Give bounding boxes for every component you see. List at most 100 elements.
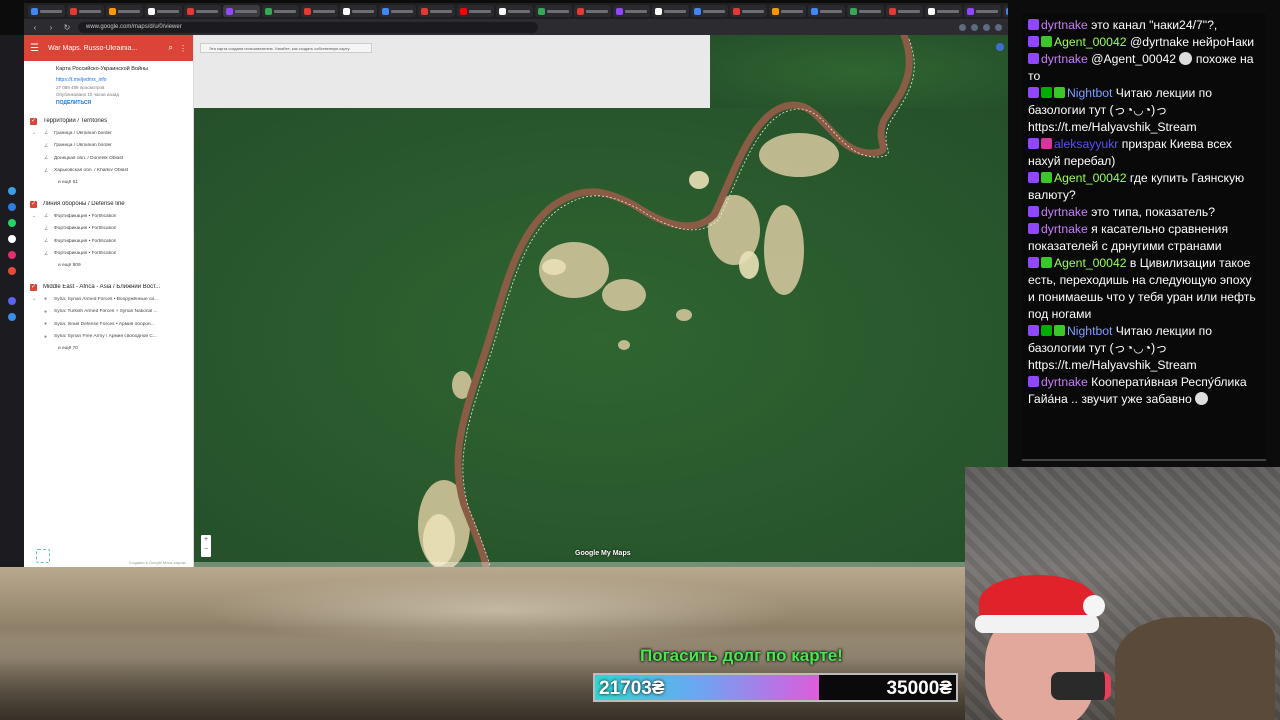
layer-item[interactable]: ⌄ ∠ Фортификация • Fortification — [30, 210, 187, 223]
browser-tab[interactable] — [652, 5, 689, 17]
browser-tab[interactable] — [262, 5, 299, 17]
tab-title-placeholder — [664, 9, 686, 13]
discord-icon[interactable] — [8, 297, 16, 305]
zoom-out-button[interactable]: − — [201, 545, 211, 555]
satellite-map[interactable]: Эта карта создана пользователем. Узнайте… — [194, 35, 1008, 567]
browser-tab[interactable] — [847, 5, 884, 17]
browser-tab[interactable] — [574, 5, 611, 17]
search-icon[interactable]: ⌕ — [169, 43, 173, 53]
layer-checkbox[interactable]: ✓ — [30, 200, 37, 208]
chat-username[interactable]: Agent_00042 — [1054, 35, 1127, 49]
chat-username[interactable]: dyrtnake — [1041, 222, 1088, 236]
tab-favicon-icon — [733, 7, 740, 15]
sidebar-app-icon[interactable] — [8, 267, 16, 275]
chat-username[interactable]: Agent_00042 — [1054, 171, 1127, 185]
layer-item[interactable]: ● Syria: Syrian Free Army / Армия свободн… — [30, 331, 187, 344]
chevron-down-icon[interactable]: ⌄ — [32, 213, 40, 219]
layer-checkbox[interactable]: ✓ — [30, 117, 37, 125]
chat-username[interactable]: dyrtnake — [1041, 205, 1088, 219]
browser-tab[interactable] — [145, 5, 182, 17]
locate-icon[interactable] — [996, 43, 1004, 51]
map-link[interactable]: https://t.me/jednrs_info — [56, 77, 187, 83]
chat-username[interactable]: Nightbot — [1067, 324, 1112, 338]
sub-badge-icon — [1041, 257, 1052, 268]
tab-favicon-icon — [343, 7, 350, 15]
layer-item[interactable]: ∠ Фортификация • Fortification — [30, 248, 187, 261]
layer-more-link[interactable]: и ещё 70 — [30, 343, 187, 355]
layer-item[interactable]: ∠ Граница / Ukrainian border — [30, 140, 187, 153]
browser-tab[interactable] — [301, 5, 338, 17]
tab-favicon-icon — [499, 7, 506, 15]
whatsapp-icon[interactable] — [8, 219, 16, 227]
layer-checkbox[interactable]: ✓ — [30, 283, 37, 291]
instagram-icon[interactable] — [8, 251, 16, 259]
sidebar-app-icon[interactable] — [8, 203, 16, 211]
user-map-notice[interactable]: Эта карта создана пользователем. Узнайте… — [200, 43, 372, 53]
line-style-icon: ∠ — [44, 155, 49, 162]
forward-icon[interactable]: › — [46, 23, 56, 32]
url-bar[interactable]: www.google.com/maps/d/u/0/viewer — [78, 21, 538, 33]
chat-username[interactable]: dyrtnake — [1041, 52, 1088, 66]
share-button[interactable]: ПОДЕЛИТЬСЯ — [56, 100, 187, 106]
browser-tab[interactable] — [418, 5, 455, 17]
browser-tab[interactable] — [730, 5, 767, 17]
layer-item[interactable]: ∠ Фортификация • Fortification — [30, 235, 187, 248]
reload-icon[interactable]: ↻ — [62, 23, 72, 32]
browser-tab[interactable] — [1003, 5, 1008, 17]
browser-tab[interactable] — [691, 5, 728, 17]
layer-item[interactable]: ∠ Фортификация • Fortification — [30, 223, 187, 236]
more-icon[interactable]: ⋮ — [179, 44, 187, 53]
zoom-in-button[interactable]: + — [201, 535, 211, 545]
chevron-down-icon[interactable]: ⌄ — [32, 296, 40, 302]
map-legend-panel: ☰ War Maps. Russo-Ukrainia... ⌕ ⋮ Карта … — [24, 35, 194, 567]
chat-username[interactable]: dyrtnake — [1041, 375, 1088, 389]
chat-username[interactable]: Agent_00042 — [1054, 256, 1127, 270]
chevron-down-icon[interactable]: ⌄ — [32, 130, 40, 136]
browser-tab[interactable] — [340, 5, 377, 17]
back-icon[interactable]: ‹ — [30, 23, 40, 32]
layer-item[interactable]: ∠ Харьковская обл. / Kharkiv Oblast — [30, 165, 187, 178]
layer-item[interactable]: ⌄ ∠ Граница / Ukrainian border — [30, 127, 187, 140]
sidebar-app-icon[interactable] — [8, 313, 16, 321]
layer-more-link[interactable]: и ещё 809 — [30, 260, 187, 272]
layer-more-link[interactable]: и ещё 51 — [30, 177, 187, 189]
layer-header[interactable]: ✓ Middle East - Africa - Asia / Ближний В… — [30, 281, 187, 293]
chat-username[interactable]: dyrtnake — [1041, 18, 1088, 32]
extension-icon[interactable] — [983, 23, 990, 31]
profile-icon[interactable] — [995, 23, 1002, 31]
browser-tab[interactable] — [106, 5, 143, 17]
browser-tab[interactable] — [886, 5, 923, 17]
layer-header[interactable]: ✓ Линия обороны / Defense line — [30, 198, 187, 210]
browser-tab[interactable] — [535, 5, 572, 17]
marker-icon: ● — [44, 296, 48, 303]
browser-tab[interactable] — [769, 5, 806, 17]
extension-icon[interactable] — [959, 23, 966, 31]
chat-username[interactable]: aleksayyukr — [1054, 137, 1118, 151]
extension-icon[interactable] — [971, 23, 978, 31]
layer-item[interactable]: ∠ Донецкая обл. / Donetsk Oblast — [30, 152, 187, 165]
x-icon[interactable] — [8, 235, 16, 243]
browser-tab[interactable] — [613, 5, 650, 17]
layer-item[interactable]: ⌄ ● Syria: Syrian Armed Forces • Вооружённ… — [30, 293, 187, 306]
browser-tab[interactable] — [925, 5, 962, 17]
donation-progress-bar: 21703₴ 35000₴ — [593, 673, 958, 702]
tab-favicon-icon — [850, 7, 857, 15]
layer-item[interactable]: ● Syria: Turkish Armed Forces + Syrian Na… — [30, 306, 187, 319]
browser-tab[interactable] — [379, 5, 416, 17]
browser-tab[interactable] — [496, 5, 533, 17]
browser-tab[interactable] — [964, 5, 1001, 17]
browser-tab[interactable] — [67, 5, 104, 17]
browser-tab[interactable] — [808, 5, 845, 17]
menu-icon[interactable]: ☰ — [30, 43, 39, 54]
layer-item[interactable]: ● Syria: Israel Defense Forces • Армия об… — [30, 318, 187, 331]
browser-tab[interactable] — [457, 5, 494, 17]
map-title: War Maps. Russo-Ukrainia... — [47, 44, 138, 52]
browser-tab[interactable] — [223, 5, 260, 17]
layer-header[interactable]: ✓ Территории / Territories — [30, 115, 187, 127]
browser-tab[interactable] — [184, 5, 221, 17]
chat-username[interactable]: Nightbot — [1067, 86, 1112, 100]
browser-tab[interactable] — [28, 5, 65, 17]
sidebar-app-icon[interactable] — [8, 187, 16, 195]
chat-message: aleksayyukr призрак Киева всех нахуй пер… — [1028, 136, 1260, 170]
santa-hat-pompom — [1083, 595, 1105, 617]
